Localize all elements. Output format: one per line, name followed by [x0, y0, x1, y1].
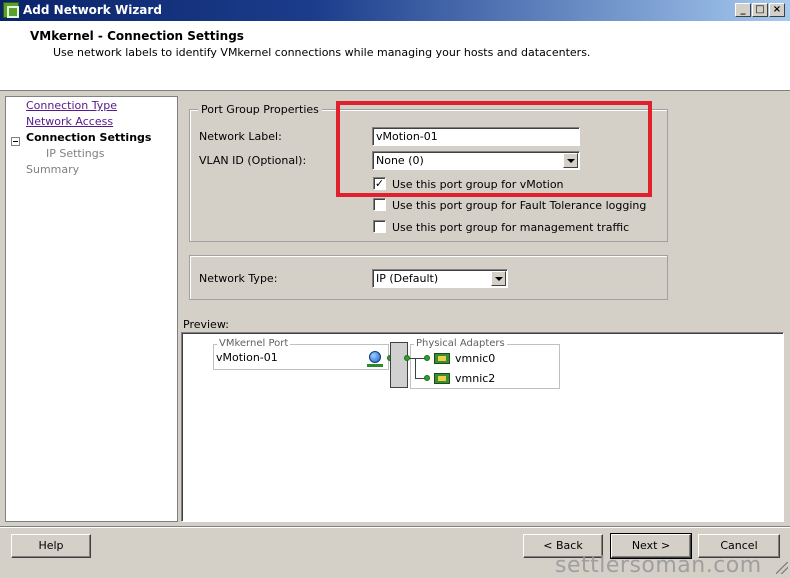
network-adapter-icon: [434, 373, 450, 384]
vmkernel-port-box: VMkernel Port vMotion-01: [213, 338, 389, 370]
chevron-down-icon[interactable]: [491, 271, 506, 286]
network-label-label: Network Label:: [199, 130, 282, 143]
connector-line: [415, 358, 416, 378]
wizard-steps-nav: Connection Type Network Access Connectio…: [5, 96, 178, 522]
virtual-switch-icon: [390, 342, 408, 388]
window-title: Add Network Wizard: [23, 3, 162, 17]
preview-label: Preview:: [183, 318, 229, 331]
help-button[interactable]: Help: [11, 534, 91, 558]
annotation-highlight-box: [336, 101, 652, 197]
globe-icon: [369, 351, 381, 363]
fault-tolerance-checkbox-label: Use this port group for Fault Tolerance …: [392, 199, 647, 212]
wizard-header: VMkernel - Connection Settings Use netwo…: [0, 21, 790, 91]
title-bar: Add Network Wizard _ □ ×: [0, 0, 790, 21]
physical-adapter-name: vmnic0: [455, 352, 496, 365]
vmkernel-port-caption: VMkernel Port: [217, 338, 291, 349]
fault-tolerance-checkbox[interactable]: [373, 198, 386, 211]
physical-adapters-caption: Physical Adapters: [414, 338, 507, 349]
network-type-select[interactable]: IP (Default): [372, 269, 508, 288]
minimize-button[interactable]: _: [735, 3, 751, 17]
page-title: VMkernel - Connection Settings: [30, 29, 244, 43]
page-subtitle: Use network labels to identify VMkernel …: [53, 46, 591, 59]
network-base-icon: [367, 364, 383, 367]
management-traffic-checkbox[interactable]: [373, 220, 386, 233]
nav-item-connection-settings: Connection Settings: [26, 131, 152, 144]
resize-grip-icon[interactable]: [776, 562, 788, 574]
connector-dot: [424, 375, 430, 381]
watermark: settlersoman.com: [555, 553, 762, 578]
network-type-label: Network Type:: [199, 272, 278, 285]
nav-item-ip-settings: IP Settings: [46, 147, 105, 160]
connector-dot: [404, 355, 410, 361]
preview-panel: VMkernel Port vMotion-01 Physical Adapte…: [181, 332, 784, 522]
vmkernel-port-name: vMotion-01: [216, 351, 278, 364]
nav-item-summary: Summary: [26, 163, 80, 176]
maximize-button[interactable]: □: [752, 3, 768, 17]
bottom-separator: [0, 526, 790, 528]
network-type-value: IP (Default): [376, 272, 439, 285]
network-adapter-icon: [434, 353, 450, 364]
port-group-legend: Port Group Properties: [198, 103, 322, 116]
vlan-id-label: VLAN ID (Optional):: [199, 154, 307, 167]
collapse-icon[interactable]: [11, 137, 20, 146]
connector-dot: [424, 355, 430, 361]
physical-adapter-name: vmnic2: [455, 372, 496, 385]
management-traffic-checkbox-label: Use this port group for management traff…: [392, 221, 630, 234]
nav-item-connection-type[interactable]: Connection Type: [26, 99, 117, 112]
close-button[interactable]: ×: [769, 3, 785, 17]
nav-item-network-access[interactable]: Network Access: [26, 115, 113, 128]
app-icon: [3, 2, 19, 18]
